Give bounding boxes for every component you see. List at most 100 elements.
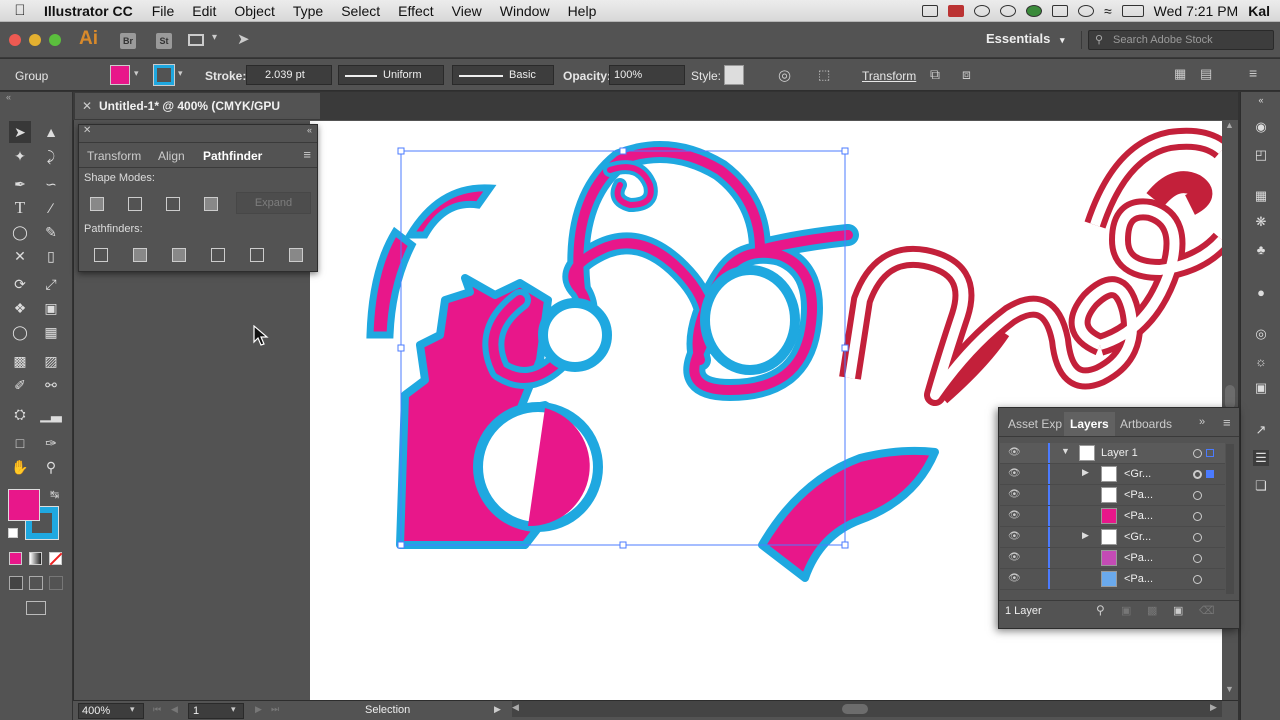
scroll-left-icon[interactable]: ◀	[512, 702, 519, 713]
keyboard-icon[interactable]	[1051, 4, 1068, 17]
stock-search-field[interactable]: ⚲ Search Adobe Stock	[1088, 30, 1274, 50]
leaf-shape[interactable]	[758, 446, 939, 582]
layer-row[interactable]: 👁 <Pa...	[1000, 506, 1225, 527]
layer-row[interactable]: 👁 <Pa...	[1000, 569, 1225, 590]
hand-tool-icon[interactable]: ✋	[9, 456, 31, 478]
app-name-menu[interactable]: Illustrator CC	[40, 3, 143, 19]
top-arc-shape[interactable]	[403, 184, 497, 239]
menu-file[interactable]: File	[143, 3, 184, 19]
merge-button[interactable]	[172, 248, 186, 262]
globe-icon[interactable]	[1025, 4, 1042, 17]
default-colors-icon[interactable]	[8, 528, 18, 538]
graphic-style-swatch[interactable]	[724, 65, 744, 85]
collapse-dock-icon[interactable]: «	[1253, 92, 1269, 108]
opacity-label[interactable]: Opacity:	[563, 69, 611, 83]
free-transform-tool-icon[interactable]: ▣	[40, 297, 62, 319]
tab-artboards[interactable]: Artboards	[1114, 412, 1178, 436]
draw-normal-icon[interactable]	[9, 576, 23, 590]
menu-effect[interactable]: Effect	[389, 3, 443, 19]
artboards-icon[interactable]: ❏	[1253, 478, 1269, 494]
last-artboard-icon[interactable]: ⏭	[271, 704, 279, 715]
crop-button[interactable]	[211, 248, 225, 262]
intersect-button[interactable]	[166, 197, 180, 211]
close-tab-icon[interactable]: ✕	[82, 93, 92, 119]
layer-name[interactable]: <Pa...	[1124, 552, 1153, 564]
handle-br[interactable]	[841, 541, 849, 549]
fill-swatch[interactable]	[110, 65, 130, 85]
disclosure-triangle-icon[interactable]: ▶	[1082, 530, 1089, 541]
menu-view[interactable]: View	[443, 3, 491, 19]
target-icon[interactable]	[1193, 449, 1202, 458]
scroll-up-icon[interactable]: ▲	[1225, 120, 1234, 130]
gpu-rocket-icon[interactable]: ➤	[237, 30, 250, 48]
target-icon[interactable]	[1193, 512, 1202, 521]
time-machine-icon[interactable]	[1077, 4, 1094, 17]
layers-scrollbar[interactable]	[1226, 444, 1234, 594]
shaper-tool-icon[interactable]: ✕	[9, 245, 31, 267]
target-icon[interactable]	[1193, 533, 1202, 542]
collapse-panel-icon[interactable]: «	[307, 125, 312, 135]
next-artboard-icon[interactable]: ▶	[255, 704, 262, 715]
scale-tool-icon[interactable]: ⤢	[40, 273, 62, 295]
graphic-styles-icon[interactable]: ☼	[1253, 354, 1269, 370]
minus-front-button[interactable]	[128, 197, 142, 211]
direct-selection-tool-icon[interactable]: ▲	[40, 121, 62, 143]
brush-definition[interactable]: Basic	[452, 65, 554, 85]
handle-tr[interactable]	[841, 147, 849, 155]
stroke-swatch[interactable]	[153, 64, 175, 86]
arrange-icon[interactable]: ▦	[1174, 66, 1186, 82]
slice-tool-icon[interactable]: ✑	[40, 432, 62, 454]
align-icon[interactable]: ⬚	[818, 67, 830, 83]
chevron-down-icon[interactable]: ▾	[178, 68, 183, 79]
menu-object[interactable]: Object	[225, 3, 283, 19]
collapse-toolbar-icon[interactable]: «	[6, 92, 11, 102]
layer-name[interactable]: <Pa...	[1124, 573, 1153, 585]
visibility-eye-icon[interactable]: 👁	[1008, 510, 1021, 522]
horizontal-scrollbar[interactable]: ◀ ▶	[512, 701, 1222, 717]
handle-bc[interactable]	[619, 541, 627, 549]
screen-mode-icon[interactable]	[26, 601, 46, 615]
disclosure-triangle-icon[interactable]: ▶	[1082, 467, 1089, 478]
selection-indicator[interactable]	[1206, 449, 1214, 457]
isolate-group-icon[interactable]: ⧉	[930, 66, 940, 83]
document-tab[interactable]: ✕ Untitled-1* @ 400% (CMYK/GPU Preview)	[75, 93, 320, 139]
layer-row[interactable]: 👁 ▶ <Gr...	[1000, 527, 1225, 548]
visibility-eye-icon[interactable]: 👁	[1008, 573, 1021, 585]
handle-bl[interactable]	[397, 541, 405, 549]
magic-wand-tool-icon[interactable]: ✦	[9, 145, 31, 167]
screen-icon[interactable]	[921, 4, 938, 17]
user-name[interactable]: Kal	[1248, 3, 1270, 19]
previous-artboard-icon[interactable]: ◀	[171, 704, 178, 715]
perspective-grid-tool-icon[interactable]: ▦	[40, 321, 62, 343]
blend-tool-icon[interactable]: ⚯	[40, 374, 62, 396]
first-artboard-icon[interactable]: ⏮	[153, 704, 161, 715]
tab-pathfinder[interactable]: Pathfinder	[197, 144, 269, 168]
outline-button[interactable]	[250, 248, 264, 262]
target-icon[interactable]	[1193, 554, 1202, 563]
pen-tool-icon[interactable]: ✒	[9, 173, 31, 195]
variable-width-profile[interactable]: Uniform	[338, 65, 444, 85]
target-icon[interactable]	[1193, 470, 1202, 479]
target-icon[interactable]	[1193, 491, 1202, 500]
line-tool-icon[interactable]: ∕	[40, 197, 62, 219]
rotate-tool-icon[interactable]: ⟳	[9, 273, 31, 295]
paintbrush-tool-icon[interactable]: ✎	[40, 221, 62, 243]
divide-button[interactable]	[94, 248, 108, 262]
gradient-mode-button[interactable]	[29, 552, 42, 565]
layer-name[interactable]: <Gr...	[1124, 531, 1151, 543]
chevron-down-icon[interactable]: ▾	[212, 32, 217, 43]
layer-name[interactable]: Layer 1	[1101, 447, 1138, 459]
transform-options-icon[interactable]: ⧈	[962, 66, 971, 83]
panel-menu-icon[interactable]: ≡	[1223, 415, 1231, 430]
symbol-sprayer-tool-icon[interactable]: ⛭	[9, 403, 31, 425]
exclude-button[interactable]	[204, 197, 218, 211]
layer-row[interactable]: 👁 ▼ Layer 1	[1000, 443, 1225, 464]
status-menu-icon[interactable]: ▶	[494, 704, 501, 715]
tab-layers[interactable]: Layers	[1064, 412, 1115, 436]
close-window-button[interactable]	[9, 34, 21, 46]
chevron-down-icon[interactable]: ▾	[130, 704, 135, 715]
curvature-tool-icon[interactable]: ∽	[40, 173, 62, 195]
trim-button[interactable]	[133, 248, 147, 262]
battery-icon[interactable]	[1121, 4, 1144, 17]
new-layer-icon[interactable]: ▣	[1173, 604, 1183, 617]
